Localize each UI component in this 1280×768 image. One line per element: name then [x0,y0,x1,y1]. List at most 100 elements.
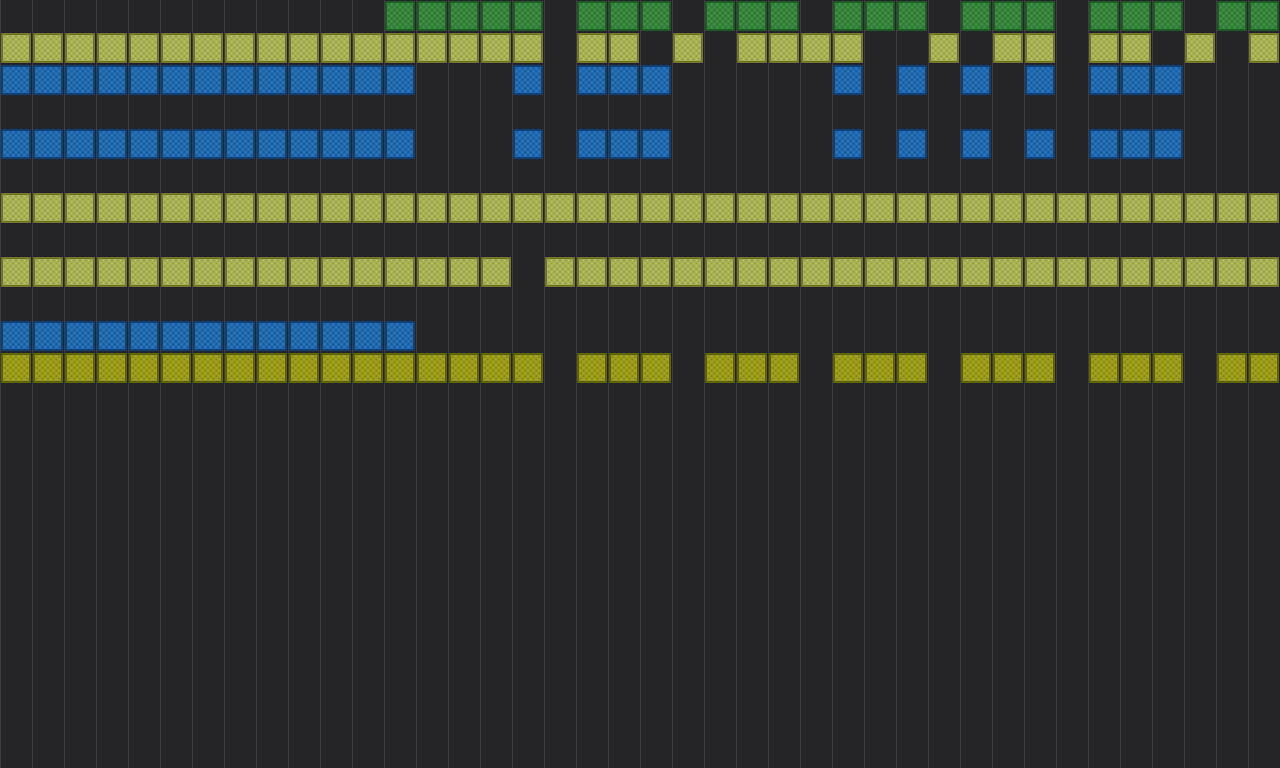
blue-block-tile[interactable] [353,321,383,351]
olive-block-tile[interactable] [737,257,767,287]
olive-block-tile[interactable] [993,193,1023,223]
blue-block-tile[interactable] [833,129,863,159]
green-block-tile[interactable] [1025,1,1055,31]
blue-block-tile[interactable] [1089,129,1119,159]
yellow-block-tile[interactable] [865,353,895,383]
olive-block-tile[interactable] [1025,257,1055,287]
olive-block-tile[interactable] [801,193,831,223]
blue-block-tile[interactable] [65,129,95,159]
blue-block-tile[interactable] [161,129,191,159]
blue-block-tile[interactable] [321,321,351,351]
yellow-block-tile[interactable] [1121,353,1151,383]
olive-block-tile[interactable] [1217,193,1247,223]
blue-block-tile[interactable] [1,65,31,95]
olive-block-tile[interactable] [1249,33,1279,63]
blue-block-tile[interactable] [577,65,607,95]
blue-block-tile[interactable] [225,65,255,95]
olive-block-tile[interactable] [609,257,639,287]
olive-block-tile[interactable] [577,33,607,63]
yellow-block-tile[interactable] [481,353,511,383]
blue-block-tile[interactable] [1025,65,1055,95]
olive-block-tile[interactable] [545,257,575,287]
blue-block-tile[interactable] [161,65,191,95]
blue-block-tile[interactable] [257,129,287,159]
yellow-block-tile[interactable] [737,353,767,383]
olive-block-tile[interactable] [1153,257,1183,287]
olive-block-tile[interactable] [289,193,319,223]
olive-block-tile[interactable] [417,257,447,287]
olive-block-tile[interactable] [65,33,95,63]
olive-block-tile[interactable] [865,193,895,223]
olive-block-tile[interactable] [577,193,607,223]
green-block-tile[interactable] [1217,1,1247,31]
olive-block-tile[interactable] [1249,193,1279,223]
olive-block-tile[interactable] [1,193,31,223]
olive-block-tile[interactable] [449,33,479,63]
blue-block-tile[interactable] [385,65,415,95]
yellow-block-tile[interactable] [65,353,95,383]
blue-block-tile[interactable] [289,65,319,95]
blue-block-tile[interactable] [257,321,287,351]
green-block-tile[interactable] [449,1,479,31]
blue-block-tile[interactable] [65,321,95,351]
blue-block-tile[interactable] [33,65,63,95]
olive-block-tile[interactable] [321,257,351,287]
olive-block-tile[interactable] [417,193,447,223]
olive-block-tile[interactable] [1121,33,1151,63]
olive-block-tile[interactable] [1025,33,1055,63]
yellow-block-tile[interactable] [289,353,319,383]
blue-block-tile[interactable] [97,65,127,95]
olive-block-tile[interactable] [257,33,287,63]
olive-block-tile[interactable] [1153,193,1183,223]
blue-block-tile[interactable] [289,129,319,159]
olive-block-tile[interactable] [289,257,319,287]
olive-block-tile[interactable] [1,257,31,287]
olive-block-tile[interactable] [1121,193,1151,223]
olive-block-tile[interactable] [929,257,959,287]
olive-block-tile[interactable] [737,193,767,223]
olive-block-tile[interactable] [993,33,1023,63]
blue-block-tile[interactable] [1,129,31,159]
olive-block-tile[interactable] [385,33,415,63]
blue-block-tile[interactable] [129,65,159,95]
olive-block-tile[interactable] [97,257,127,287]
blue-block-tile[interactable] [961,129,991,159]
olive-block-tile[interactable] [225,33,255,63]
yellow-block-tile[interactable] [257,353,287,383]
yellow-block-tile[interactable] [97,353,127,383]
green-block-tile[interactable] [833,1,863,31]
green-block-tile[interactable] [1121,1,1151,31]
yellow-block-tile[interactable] [993,353,1023,383]
olive-block-tile[interactable] [321,193,351,223]
olive-block-tile[interactable] [65,257,95,287]
olive-block-tile[interactable] [481,33,511,63]
yellow-block-tile[interactable] [769,353,799,383]
olive-block-tile[interactable] [225,193,255,223]
olive-block-tile[interactable] [801,257,831,287]
olive-block-tile[interactable] [833,257,863,287]
yellow-block-tile[interactable] [129,353,159,383]
blue-block-tile[interactable] [161,321,191,351]
blue-block-tile[interactable] [1,321,31,351]
yellow-block-tile[interactable] [1153,353,1183,383]
blue-block-tile[interactable] [577,129,607,159]
green-block-tile[interactable] [897,1,927,31]
olive-block-tile[interactable] [417,33,447,63]
olive-block-tile[interactable] [449,257,479,287]
olive-block-tile[interactable] [257,193,287,223]
olive-block-tile[interactable] [65,193,95,223]
olive-block-tile[interactable] [769,257,799,287]
olive-block-tile[interactable] [33,193,63,223]
olive-block-tile[interactable] [193,33,223,63]
green-block-tile[interactable] [1089,1,1119,31]
olive-block-tile[interactable] [193,193,223,223]
blue-block-tile[interactable] [193,321,223,351]
yellow-block-tile[interactable] [449,353,479,383]
blue-block-tile[interactable] [833,65,863,95]
olive-block-tile[interactable] [737,33,767,63]
green-block-tile[interactable] [385,1,415,31]
green-block-tile[interactable] [705,1,735,31]
olive-block-tile[interactable] [289,33,319,63]
olive-block-tile[interactable] [609,193,639,223]
olive-block-tile[interactable] [385,193,415,223]
